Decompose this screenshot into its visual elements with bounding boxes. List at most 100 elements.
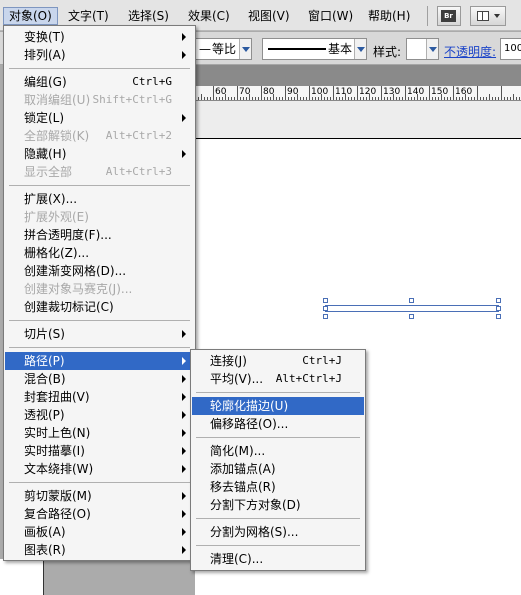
submenu-arrow-icon: [182, 411, 186, 419]
ruler-tick: [324, 97, 325, 100]
ruler-tick: [417, 94, 418, 100]
path-submenu-item[interactable]: 平均(V)... Alt+Ctrl+J: [192, 370, 364, 388]
menu-select[interactable]: 选择(S): [123, 7, 174, 25]
path-submenu-item[interactable]: 轮廓化描边(U): [192, 397, 364, 415]
object-menu: 变换(T) 排列(A) 编组(G) Ctrl+G 取消编组(U) Shift+Ctrl+G…: [3, 25, 196, 561]
path-submenu-item[interactable]: 移去锚点(R): [192, 478, 364, 496]
menu-view[interactable]: 视图(V): [243, 7, 295, 25]
ruler-tick: [372, 97, 373, 100]
variable-width-profile-select[interactable]: — 等比: [195, 38, 252, 60]
object-menu-item[interactable]: 编组(G) Ctrl+G: [5, 73, 194, 91]
ruler-tick: [225, 94, 226, 100]
bridge-button[interactable]: Br: [437, 6, 461, 26]
workspace-switcher-button[interactable]: [470, 6, 506, 26]
menu-object[interactable]: 对象(O): [3, 7, 58, 25]
ruler-tick: [471, 97, 472, 100]
ruler-tick: [513, 94, 514, 100]
ruler-tick: [459, 97, 460, 100]
ruler-label: 130: [383, 87, 401, 97]
ruler-tick: [222, 97, 223, 100]
path-submenu-item[interactable]: 清理(C)...: [192, 550, 364, 568]
object-menu-item: 显示全部 Alt+Ctrl+3: [5, 163, 194, 181]
selection-handle[interactable]: [409, 298, 414, 303]
ruler-tick: [201, 94, 202, 100]
selection-handle[interactable]: [496, 298, 501, 303]
object-menu-item-label: 路径(P): [24, 354, 65, 368]
ruler-tick: [369, 94, 370, 100]
path-submenu-item[interactable]: 分割下方对象(D): [192, 496, 364, 514]
path-submenu-item[interactable]: 分割为网格(S)...: [192, 523, 364, 541]
menu-effect[interactable]: 效果(C): [183, 7, 235, 25]
graphic-style-select[interactable]: [406, 38, 439, 60]
chevron-down-icon: [426, 39, 438, 59]
opacity-link[interactable]: 不透明度:: [444, 43, 496, 60]
object-menu-item[interactable]: 实时描摹(I): [5, 442, 194, 460]
ruler-tick: [492, 97, 493, 100]
canvas-bottom-left: [0, 559, 44, 595]
selection-handle[interactable]: [496, 306, 501, 311]
path-submenu-item[interactable]: 添加锚点(A): [192, 460, 364, 478]
menu-type[interactable]: 文字(T): [63, 7, 114, 25]
ruler-tick: [444, 97, 445, 100]
submenu-arrow-icon: [182, 546, 186, 554]
ruler-tick: [465, 94, 466, 100]
menu-help[interactable]: 帮助(H): [363, 7, 415, 25]
brush-definition-select[interactable]: 基本: [262, 38, 367, 60]
menu-separator: [9, 320, 190, 321]
object-menu-item[interactable]: 创建裁切标记(C): [5, 298, 194, 316]
ruler-tick: [426, 97, 427, 100]
ruler-tick: [429, 86, 430, 100]
object-menu-item[interactable]: 文本绕排(W): [5, 460, 194, 478]
object-menu-item[interactable]: 路径(P): [5, 352, 194, 370]
menu-separator: [9, 68, 190, 69]
object-menu-item[interactable]: 封套扭曲(V): [5, 388, 194, 406]
object-menu-item[interactable]: 复合路径(O): [5, 505, 194, 523]
selection-handle[interactable]: [323, 298, 328, 303]
object-menu-item[interactable]: 实时上色(N): [5, 424, 194, 442]
object-menu-item-label: 混合(B): [24, 372, 66, 386]
object-menu-item[interactable]: 画板(A): [5, 523, 194, 541]
path-submenu-item[interactable]: 偏移路径(O)...: [192, 415, 364, 433]
object-menu-item[interactable]: 切片(S): [5, 325, 194, 343]
object-menu-item[interactable]: 变换(T): [5, 28, 194, 46]
object-menu-item-label: 创建裁切标记(C): [24, 300, 114, 314]
path-submenu-item[interactable]: 连接(J) Ctrl+J: [192, 352, 364, 370]
object-menu-item[interactable]: 隐藏(H): [5, 145, 194, 163]
path-submenu-item[interactable]: 简化(M)...: [192, 442, 364, 460]
selection-handle[interactable]: [409, 314, 414, 319]
ruler-tick: [249, 94, 250, 100]
object-menu-item-label: 切片(S): [24, 327, 65, 341]
object-menu-item[interactable]: 创建渐变网格(D)...: [5, 262, 194, 280]
object-menu-item-label: 锁定(L): [24, 111, 65, 125]
object-menu-item[interactable]: 锁定(L): [5, 109, 194, 127]
ruler-tick: [336, 97, 337, 100]
selection-handle[interactable]: [323, 314, 328, 319]
object-menu-item-label: 复合路径(O): [24, 507, 91, 521]
object-menu-item[interactable]: 透视(P): [5, 406, 194, 424]
ruler-tick: [240, 97, 241, 100]
menu-window[interactable]: 窗口(W): [303, 7, 358, 25]
ruler-tick: [276, 97, 277, 100]
selection-handle[interactable]: [496, 314, 501, 319]
ruler-tick: [378, 97, 379, 100]
ruler-tick: [486, 97, 487, 100]
object-menu-item[interactable]: 排列(A): [5, 46, 194, 64]
object-menu-item[interactable]: 剪切蒙版(M): [5, 487, 194, 505]
object-menu-item[interactable]: 扩展(X)...: [5, 190, 194, 208]
vertical-ruler-edge: [43, 559, 44, 595]
ruler-label: 110: [335, 87, 353, 97]
object-menu-item-label: 扩展(X)...: [24, 192, 78, 206]
object-menu-item[interactable]: 拼合透明度(F)...: [5, 226, 194, 244]
selected-path-object[interactable]: [323, 298, 501, 319]
menu-shortcut: Alt+Ctrl+2: [105, 129, 172, 142]
opacity-input[interactable]: 100: [500, 38, 521, 60]
object-menu-item[interactable]: 混合(B): [5, 370, 194, 388]
object-menu-item[interactable]: 栅格化(Z)...: [5, 244, 194, 262]
selection-handle[interactable]: [323, 306, 328, 311]
object-menu-item-label: 取消编组(U): [24, 93, 91, 107]
menu-separator: [9, 482, 190, 483]
ruler-tick: [216, 97, 217, 100]
object-menu-item[interactable]: 图表(R): [5, 541, 194, 559]
ruler-tick: [198, 97, 199, 100]
submenu-arrow-icon: [182, 465, 186, 473]
